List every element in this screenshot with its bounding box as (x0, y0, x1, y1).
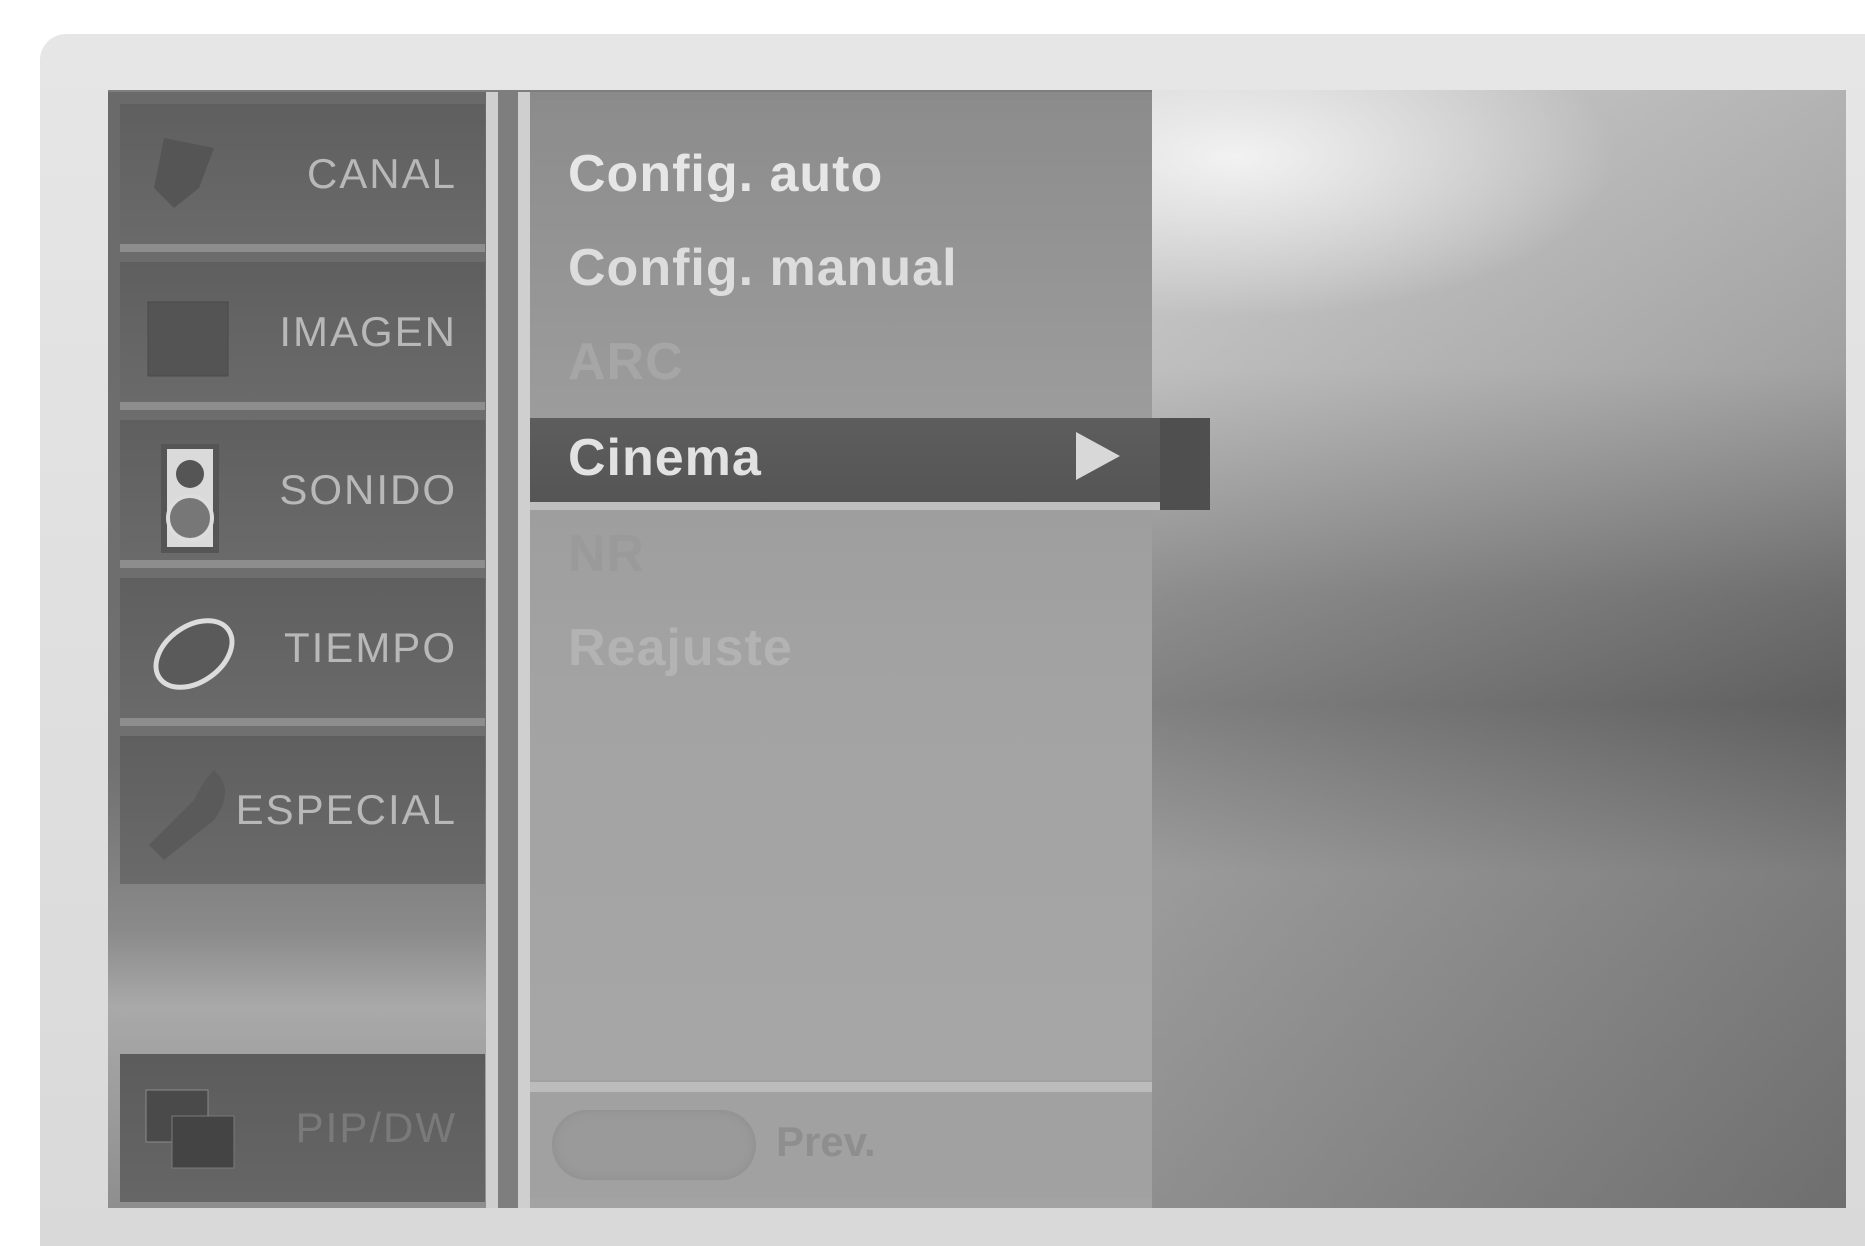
category-label: IMAGEN (279, 308, 457, 355)
menu-item-reajuste[interactable]: Reajuste (568, 618, 793, 678)
category-label: ESPECIAL (235, 786, 457, 833)
speaker-icon (144, 443, 236, 553)
category-tiempo[interactable]: TIEMPO (120, 578, 485, 726)
category-sonido[interactable]: SONIDO (120, 420, 485, 568)
pip-icon (144, 1088, 236, 1188)
category-label: PIP/DW (295, 1104, 457, 1151)
clock-icon (144, 602, 236, 702)
submenu-arrow-icon (1076, 432, 1120, 480)
satellite-dish-icon (144, 128, 236, 228)
footer-divider (530, 1082, 1152, 1092)
menu-item-arc[interactable]: ARC (568, 332, 684, 392)
menu-item-config-auto[interactable]: Config. auto (568, 144, 883, 204)
picture-icon (144, 286, 236, 386)
category-label: CANAL (306, 150, 457, 197)
submenu-tab (1160, 418, 1210, 510)
category-label: TIEMPO (283, 624, 457, 671)
category-pip-dw[interactable]: PIP/DW (120, 1054, 485, 1202)
tool-icon (144, 760, 236, 860)
category-canal[interactable]: CANAL (120, 104, 485, 252)
menu-item-nr[interactable]: NR (568, 524, 645, 584)
prev-button[interactable] (552, 1110, 756, 1180)
menu-item-cinema[interactable]: Cinema (568, 428, 762, 488)
category-imagen[interactable]: IMAGEN (120, 262, 485, 410)
menu-item-config-manual[interactable]: Config. manual (568, 238, 958, 298)
category-especial[interactable]: ESPECIAL (120, 736, 485, 884)
preview-area (1152, 90, 1846, 1208)
prev-label: Prev. (776, 1118, 876, 1165)
category-label: SONIDO (279, 466, 457, 513)
